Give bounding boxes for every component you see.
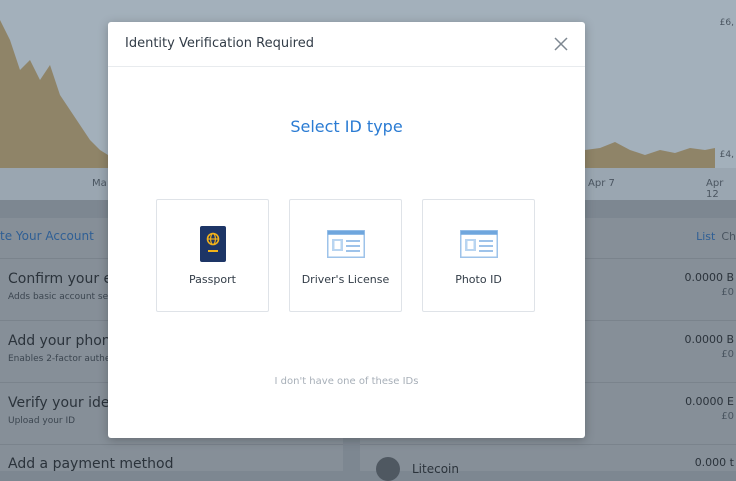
account-step-title: Confirm your er (8, 271, 118, 287)
wallet-balance: 0.0000 B (684, 333, 734, 346)
chart-y-label: £6, (719, 18, 734, 28)
close-icon (554, 37, 568, 51)
chart-x-label: Apr 7 (588, 178, 615, 189)
wallet-fiat: £0 (721, 411, 734, 422)
id-card-icon (423, 230, 534, 258)
identity-verification-modal: Identity Verification Required Select ID… (108, 22, 585, 438)
drivers-license-option[interactable]: Driver's License (289, 199, 402, 312)
account-panel-header: te Your Account (0, 229, 94, 243)
close-button[interactable] (551, 34, 571, 54)
photo-id-label: Photo ID (455, 273, 502, 286)
litecoin-icon (376, 457, 400, 481)
account-step-row[interactable]: Add a payment method (0, 444, 343, 472)
account-step-title: Add a payment method (8, 456, 174, 472)
wallet-balance: 0.0000 E (685, 395, 734, 408)
modal-header: Identity Verification Required (108, 22, 585, 67)
drivers-license-label: Driver's License (301, 273, 390, 286)
no-id-link[interactable]: I don't have one of these IDs (108, 376, 585, 387)
chart-y-label: £4, (719, 150, 734, 160)
account-step-subtitle: Adds basic account se (8, 292, 109, 302)
passport-icon (157, 226, 268, 262)
wallet-fiat: £0 (721, 287, 734, 298)
wallet-view-tabs: List Ch (690, 230, 736, 243)
wallet-coin-name: Litecoin (412, 462, 459, 476)
passport-option[interactable]: Passport (156, 199, 269, 312)
id-type-options: Passport Driver's License Photo ID (156, 199, 537, 312)
wallet-balance: 0.0000 B (684, 271, 734, 284)
account-step-title: Verify your iden (8, 395, 119, 411)
account-step-title: Add your phon (8, 333, 111, 349)
wallet-fiat: £0 (721, 349, 734, 360)
photo-id-option[interactable]: Photo ID (422, 199, 535, 312)
wallet-balance: 0.000 t (694, 456, 734, 469)
select-id-heading: Select ID type (290, 117, 403, 136)
chart-x-label: Apr 12 (706, 178, 724, 200)
id-card-icon (290, 230, 401, 258)
tab-chart[interactable]: Ch (721, 230, 736, 243)
account-step-subtitle: Enables 2-factor authe (8, 354, 111, 364)
chart-x-label: Ma (92, 178, 107, 189)
passport-label: Passport (189, 273, 236, 286)
modal-title: Identity Verification Required (125, 36, 314, 51)
tab-list[interactable]: List (696, 230, 715, 243)
account-step-subtitle: Upload your ID (8, 416, 76, 426)
